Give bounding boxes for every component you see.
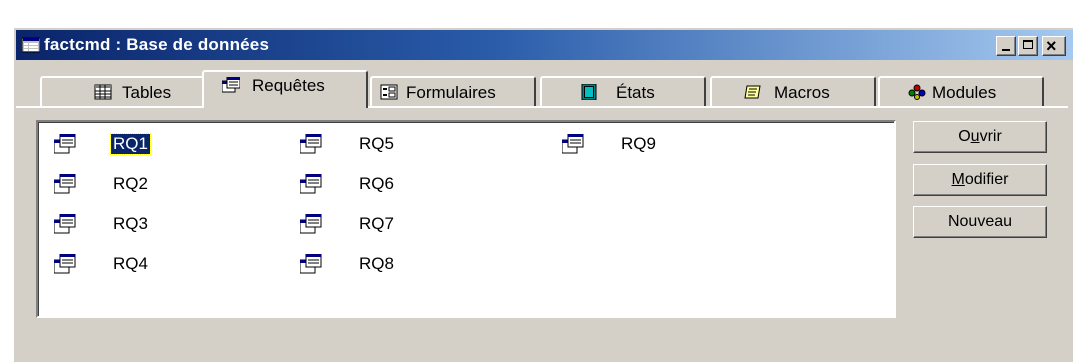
- open-button-label: Ouvrir: [958, 128, 1002, 145]
- query-label: RQ8: [359, 254, 394, 273]
- query-icon: [54, 174, 76, 194]
- new-button-label: Nouveau: [947, 213, 1013, 230]
- tab-tables[interactable]: Tables: [40, 76, 206, 106]
- query-label: RQ2: [113, 174, 148, 193]
- new-button[interactable]: Nouveau: [913, 206, 1047, 238]
- module-icon: [908, 84, 926, 100]
- close-button[interactable]: ×: [1042, 36, 1066, 56]
- modify-button-label: Modifier: [951, 171, 1009, 188]
- form-icon: [380, 84, 398, 100]
- tab-macros[interactable]: Macros: [710, 76, 876, 106]
- tab-forms-label: Formulaires: [406, 83, 496, 102]
- maximize-icon: [1023, 40, 1033, 49]
- query-list[interactable]: RQ1 RQ2 RQ3 RQ4 RQ5 RQ6 RQ7 RQ8 RQ9: [36, 120, 896, 318]
- database-window-icon: [22, 37, 40, 53]
- tab-modules[interactable]: Modules: [878, 76, 1044, 106]
- query-icon: [562, 134, 584, 154]
- query-icon: [300, 174, 322, 194]
- query-label: RQ6: [359, 174, 394, 193]
- table-icon: [94, 84, 112, 100]
- tab-reports-label: États: [616, 83, 655, 102]
- queries-panel: RQ1 RQ2 RQ3 RQ4 RQ5 RQ6 RQ7 RQ8 RQ9 Ouvr…: [16, 106, 1068, 362]
- query-label: RQ7: [359, 214, 394, 233]
- query-label: RQ9: [621, 134, 656, 153]
- query-icon: [222, 77, 240, 93]
- minimize-button[interactable]: [996, 36, 1016, 56]
- tab-macros-label: Macros: [774, 83, 830, 102]
- title-bar[interactable]: factcmd : Base de données ×: [16, 30, 1073, 60]
- query-icon: [300, 254, 322, 274]
- object-tabs: Tables Requêtes Formulaires États Macros…: [14, 70, 1073, 108]
- query-icon: [54, 254, 76, 274]
- tab-forms[interactable]: Formulaires: [370, 76, 536, 106]
- database-window: factcmd : Base de données × Tables Requê…: [12, 26, 1073, 362]
- query-label: RQ5: [359, 134, 394, 153]
- macro-icon: [744, 85, 761, 99]
- close-icon: ×: [1046, 36, 1057, 56]
- tab-reports[interactable]: États: [540, 76, 706, 106]
- query-icon: [54, 134, 76, 154]
- tab-tables-label: Tables: [122, 83, 172, 102]
- open-button[interactable]: Ouvrir: [913, 121, 1047, 153]
- query-label: RQ4: [113, 254, 148, 273]
- minimize-icon: [1002, 49, 1010, 51]
- maximize-button[interactable]: [1018, 36, 1038, 56]
- query-icon: [54, 214, 76, 234]
- query-icon: [300, 134, 322, 154]
- tab-queries-label: Requêtes: [252, 76, 325, 95]
- tab-queries[interactable]: Requêtes: [202, 70, 368, 108]
- modify-button[interactable]: Modifier: [913, 164, 1047, 196]
- window-title: factcmd : Base de données: [44, 35, 270, 54]
- tab-modules-label: Modules: [932, 83, 997, 102]
- query-label: RQ3: [113, 214, 148, 233]
- query-icon: [300, 214, 322, 234]
- report-icon: [581, 84, 597, 100]
- query-label: RQ1: [110, 133, 151, 155]
